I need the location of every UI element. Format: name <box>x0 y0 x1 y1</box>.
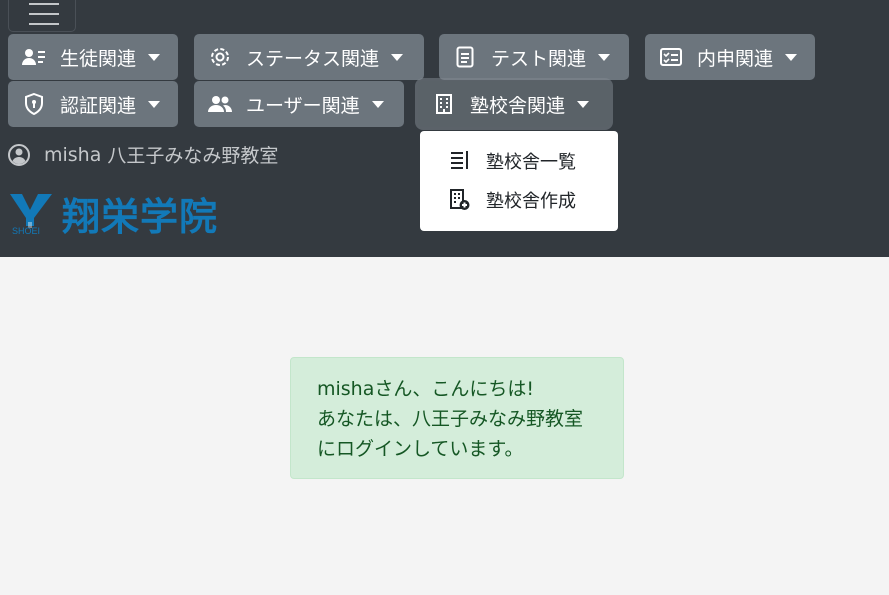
chevron-down-icon <box>598 53 611 61</box>
users-icon <box>208 92 232 116</box>
school-menu-label: 塾校舎関連 <box>470 94 566 117</box>
dropdown-item-label: 塾校舎作成 <box>486 190 576 212</box>
logged-in-user: misha 八王子みなみ野教室 <box>8 141 278 168</box>
dropdown-item-label: 塾校舎一覧 <box>486 151 576 173</box>
brand-name: 翔栄学院 <box>62 195 219 239</box>
welcome-alert: mishaさん、こんにちは! あなたは、八王子みなみ野教室 にログインしています… <box>290 357 624 479</box>
alert-line: あなたは、八王子みなみ野教室 <box>317 408 584 430</box>
list-icon <box>450 150 472 172</box>
user-menu-button[interactable]: ユーザー関連 <box>194 81 404 127</box>
checklist-card-icon <box>659 45 683 69</box>
chevron-down-icon <box>391 53 404 61</box>
dropdown-item-school-create[interactable]: 塾校舎作成 <box>420 180 618 219</box>
school-dropdown-menu: 塾校舎一覧 塾校舎作成 <box>420 131 618 231</box>
building-add-icon <box>450 188 472 211</box>
alert-line: mishaさん、こんにちは! <box>317 378 534 400</box>
school-menu-button[interactable]: 塾校舎関連 <box>418 81 610 127</box>
dropdown-item-school-list[interactable]: 塾校舎一覧 <box>420 141 618 180</box>
gear-icon <box>208 45 232 69</box>
auth-menu-label: 認証関連 <box>60 94 137 117</box>
status-menu-button[interactable]: ステータス関連 <box>194 34 424 80</box>
test-menu-label: テスト関連 <box>491 47 587 70</box>
chevron-down-icon <box>371 100 384 108</box>
status-menu-label: ステータス関連 <box>246 47 380 70</box>
alert-line: にログインしています。 <box>317 438 524 460</box>
chevron-down-icon <box>148 53 161 61</box>
user-circle-icon <box>8 143 30 166</box>
chevron-down-icon <box>148 100 161 108</box>
user-menu-label: ユーザー関連 <box>246 94 360 117</box>
student-menu-label: 生徒関連 <box>60 47 137 70</box>
report-menu-button[interactable]: 内申関連 <box>645 34 815 80</box>
student-menu-button[interactable]: 生徒関連 <box>8 34 178 80</box>
building-icon <box>432 92 456 116</box>
menu-icon <box>29 23 59 25</box>
report-menu-label: 内申関連 <box>697 47 774 70</box>
chevron-down-icon <box>785 53 798 61</box>
document-icon <box>453 45 477 69</box>
auth-menu-button[interactable]: 認証関連 <box>8 81 178 127</box>
test-menu-button[interactable]: テスト関連 <box>439 34 629 80</box>
chevron-down-icon <box>577 100 590 108</box>
brand-logo[interactable]: SHOEI 翔栄学院 <box>8 186 218 241</box>
user-name: misha <box>44 143 102 166</box>
shield-icon <box>22 92 46 116</box>
student-card-icon <box>22 45 46 69</box>
hamburger-menu-button[interactable] <box>8 0 76 32</box>
user-school: 八王子みなみ野教室 <box>107 145 279 167</box>
shoei-emblem-icon: SHOEI <box>10 193 52 236</box>
logo-sub-text: SHOEI <box>12 226 40 236</box>
